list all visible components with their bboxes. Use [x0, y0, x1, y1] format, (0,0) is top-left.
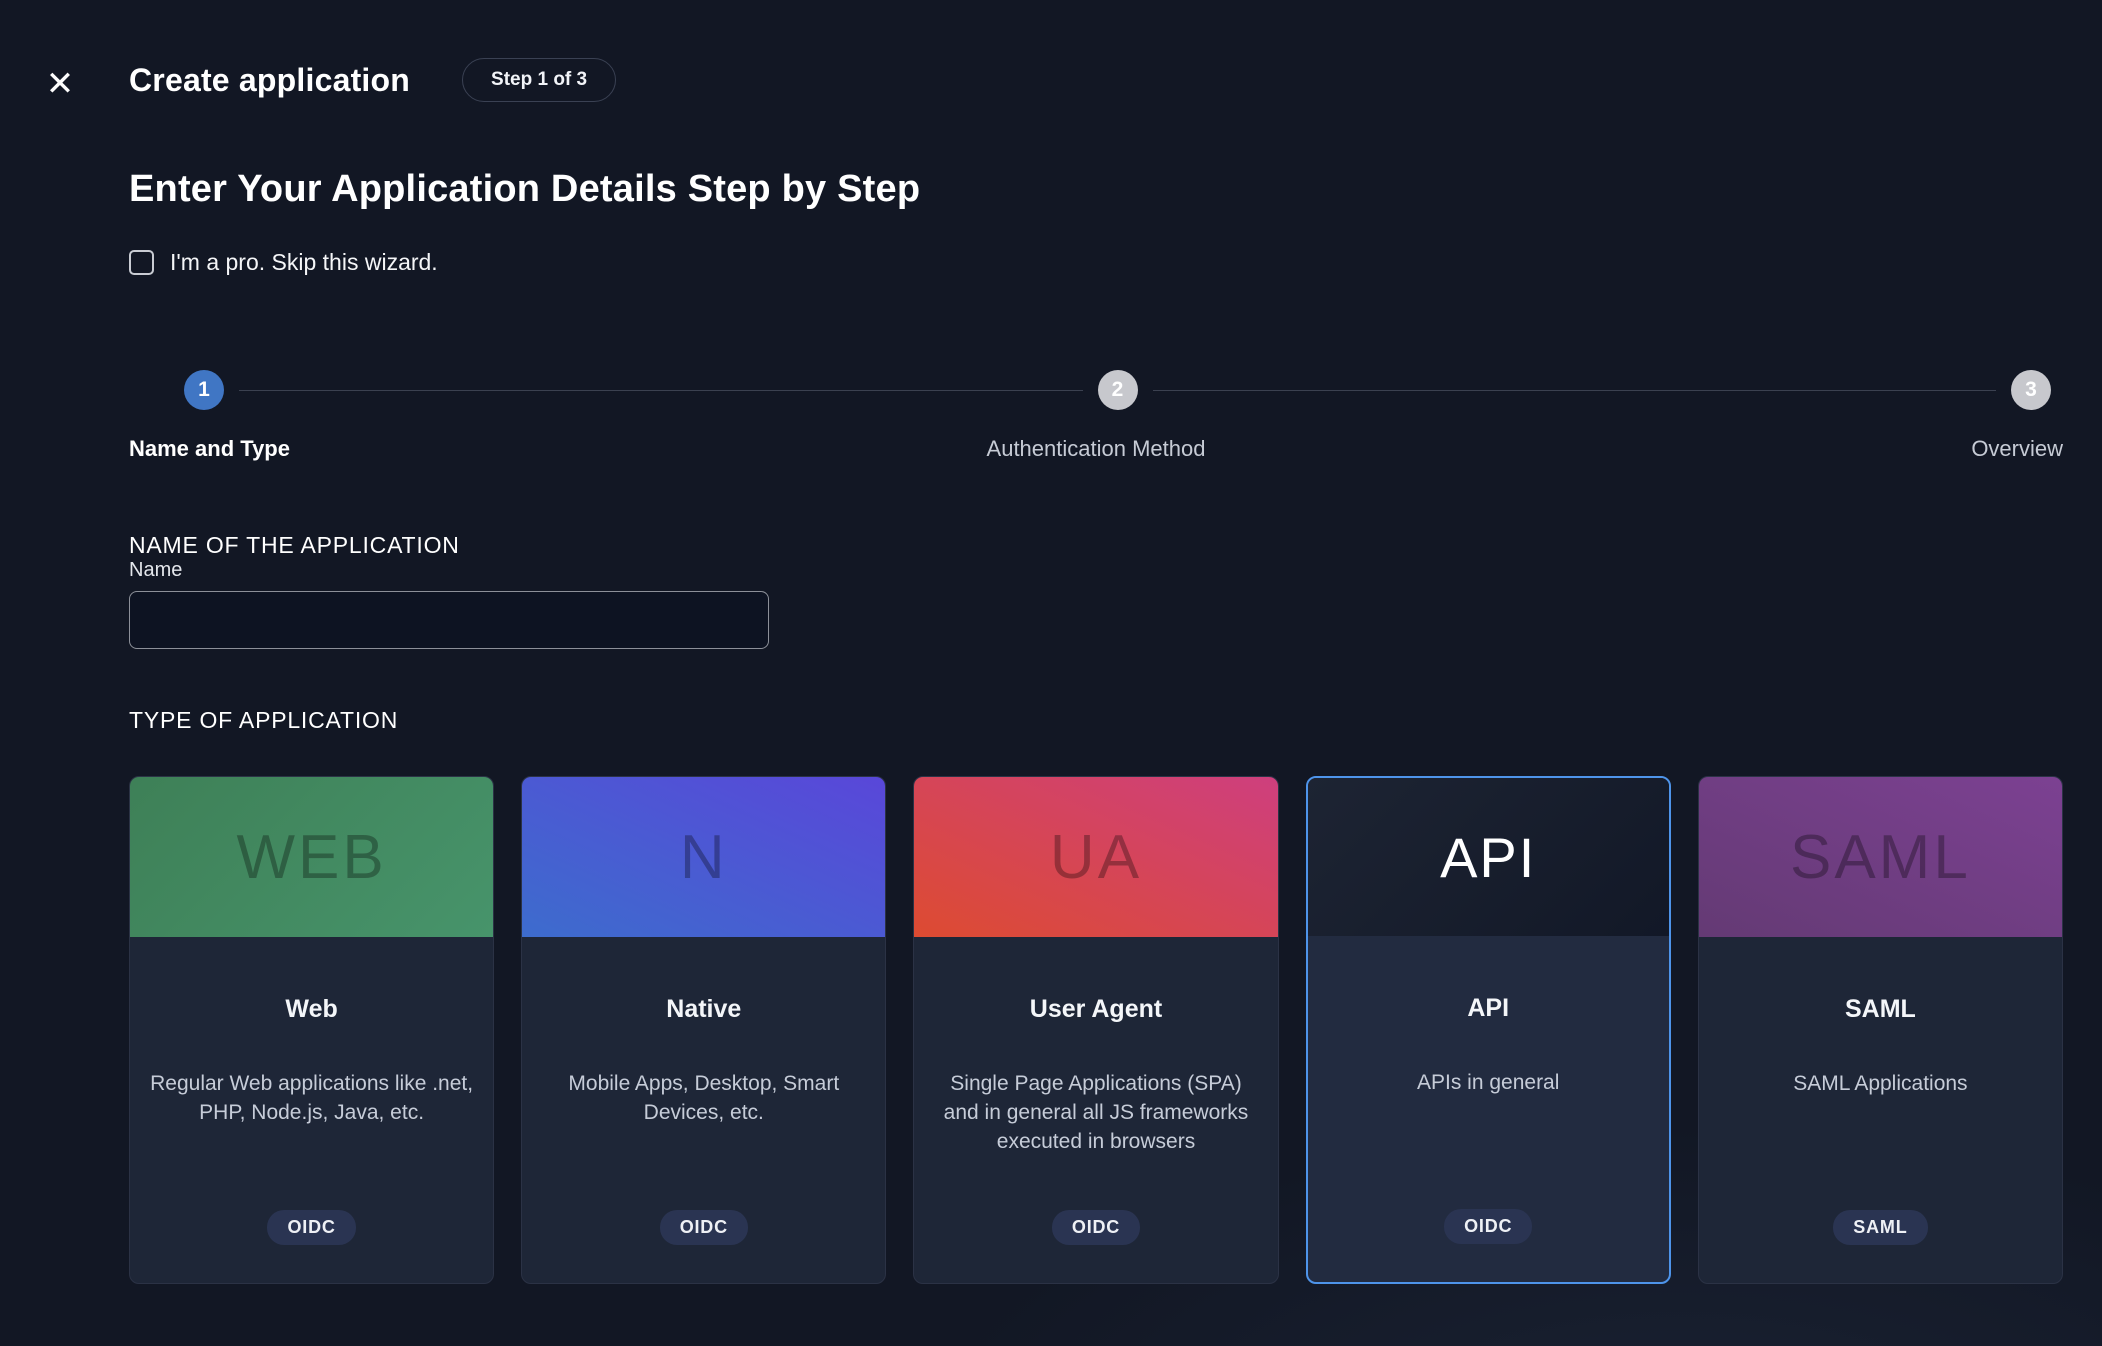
user-agent-card-banner: UA [914, 777, 1277, 937]
step-badge: Step 1 of 3 [462, 58, 616, 102]
step-label-name-and-type: Name and Type [129, 436, 987, 462]
page-title: Create application [129, 62, 410, 99]
web-card-letter: WEB [236, 822, 386, 893]
name-section-title: NAME OF THE APPLICATION [129, 532, 2063, 559]
card-description: Single Page Applications (SPA) and in ge… [934, 1070, 1257, 1157]
card-protocol-badge: OIDC [660, 1210, 748, 1245]
app-type-card-web[interactable]: WEB Web Regular Web applications like .n… [129, 776, 494, 1284]
step-label-authentication-method: Authentication Method [987, 436, 1206, 462]
web-card-body: Web Regular Web applications like .net, … [130, 937, 493, 1283]
wizard-heading: Enter Your Application Details Step by S… [129, 168, 2063, 211]
step-label-overview: Overview [1205, 436, 2063, 462]
card-protocol-badge: OIDC [1444, 1209, 1532, 1244]
card-title: Native [666, 995, 741, 1024]
name-field-label: Name [129, 559, 182, 581]
card-title: User Agent [1030, 995, 1162, 1024]
card-protocol-badge: SAML [1833, 1210, 1927, 1245]
skip-wizard-checkbox[interactable] [129, 250, 154, 275]
skip-wizard-option[interactable]: I'm a pro. Skip this wizard. [129, 249, 2063, 276]
stepper-track: 1 2 3 [129, 370, 2063, 410]
close-icon[interactable]: ✕ [38, 62, 82, 106]
type-section: TYPE OF APPLICATION WEB Web Regular Web … [129, 707, 2063, 1284]
native-card-banner: N [522, 777, 885, 937]
card-title: SAML [1845, 995, 1916, 1024]
card-description: SAML Applications [1793, 1070, 1967, 1099]
user-agent-card-letter: UA [1050, 822, 1142, 893]
name-section: NAME OF THE APPLICATION Name [129, 532, 2063, 649]
stepper-labels: Name and Type Authentication Method Over… [129, 436, 2063, 462]
card-protocol-badge: OIDC [267, 1210, 355, 1245]
api-card-letter: API [1440, 825, 1536, 890]
app-type-card-user-agent[interactable]: UA User Agent Single Page Applications (… [913, 776, 1278, 1284]
card-description: Mobile Apps, Desktop, Smart Devices, etc… [542, 1070, 865, 1128]
wizard-stepper: 1 2 3 Name and Type Authentication Metho… [129, 370, 2063, 462]
type-section-title: TYPE OF APPLICATION [129, 707, 2063, 734]
web-card-banner: WEB [130, 777, 493, 937]
card-description: APIs in general [1417, 1069, 1559, 1098]
saml-card-body: SAML SAML Applications SAML [1699, 937, 2062, 1283]
step-circle-2: 2 [1098, 370, 1138, 410]
card-protocol-badge: OIDC [1052, 1210, 1140, 1245]
app-type-card-saml[interactable]: SAML SAML SAML Applications SAML [1698, 776, 2063, 1284]
stepper-connector [239, 390, 1083, 391]
user-agent-card-body: User Agent Single Page Applications (SPA… [914, 937, 1277, 1283]
application-name-input[interactable] [129, 591, 769, 649]
step-circle-1: 1 [184, 370, 224, 410]
app-type-card-grid: WEB Web Regular Web applications like .n… [129, 776, 2063, 1284]
saml-card-banner: SAML [1699, 777, 2062, 937]
app-type-card-native[interactable]: N Native Mobile Apps, Desktop, Smart Dev… [521, 776, 886, 1284]
card-description: Regular Web applications like .net, PHP,… [150, 1070, 473, 1128]
api-card-banner: API [1308, 778, 1669, 936]
native-card-letter: N [680, 822, 728, 893]
stepper-connector [1153, 390, 1997, 391]
app-type-card-api[interactable]: API API APIs in general OIDC [1306, 776, 1671, 1284]
native-card-body: Native Mobile Apps, Desktop, Smart Devic… [522, 937, 885, 1283]
skip-wizard-label: I'm a pro. Skip this wizard. [170, 249, 438, 276]
api-card-body: API APIs in general OIDC [1308, 936, 1669, 1282]
step-circle-3: 3 [2011, 370, 2051, 410]
saml-card-letter: SAML [1790, 822, 1971, 893]
card-title: Web [285, 995, 337, 1024]
card-title: API [1467, 994, 1509, 1023]
dialog-header: Create application Step 1 of 3 [129, 0, 2063, 102]
